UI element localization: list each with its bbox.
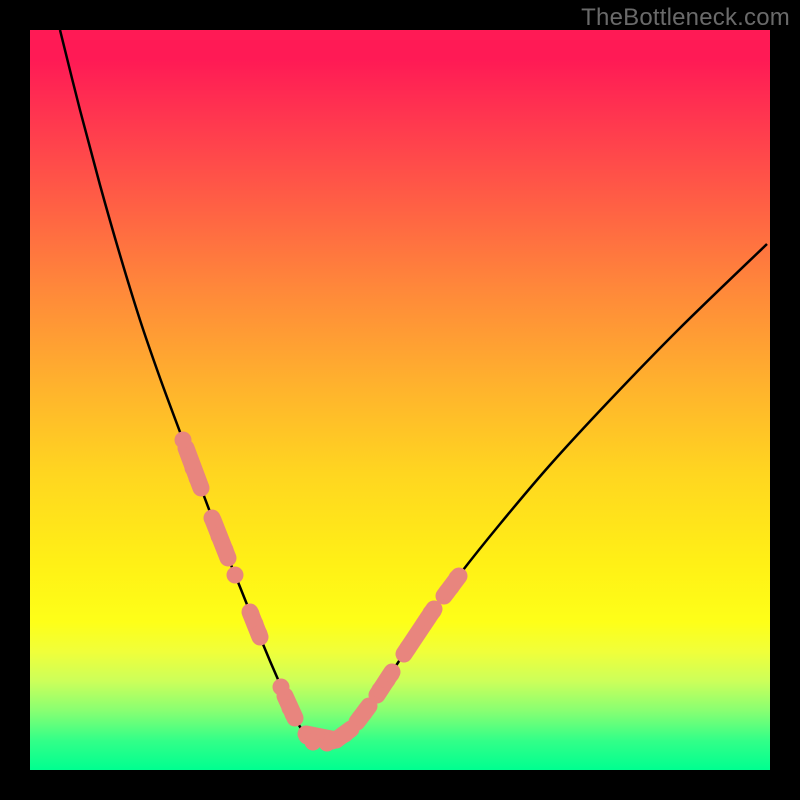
curve-marker [217, 542, 234, 559]
curve-marker [227, 567, 244, 584]
curve-marker [449, 570, 466, 587]
curve-marker [383, 666, 400, 683]
chart-frame: TheBottleneck.com [0, 0, 800, 800]
curve-marker [204, 510, 221, 527]
curve-marker [338, 725, 355, 742]
curve-marker [175, 432, 192, 449]
marker-dot-group [175, 432, 466, 752]
plot-area [30, 30, 770, 770]
curve-marker [358, 702, 375, 719]
curve-marker [189, 470, 206, 487]
curve-marker [273, 679, 290, 696]
curve-marker [285, 706, 302, 723]
marker-pill-group [186, 448, 459, 740]
watermark: TheBottleneck.com [581, 4, 790, 32]
curve-marker [400, 640, 417, 657]
curve-marker [251, 626, 268, 643]
curve-layer [30, 30, 770, 770]
curve-marker [425, 603, 442, 620]
